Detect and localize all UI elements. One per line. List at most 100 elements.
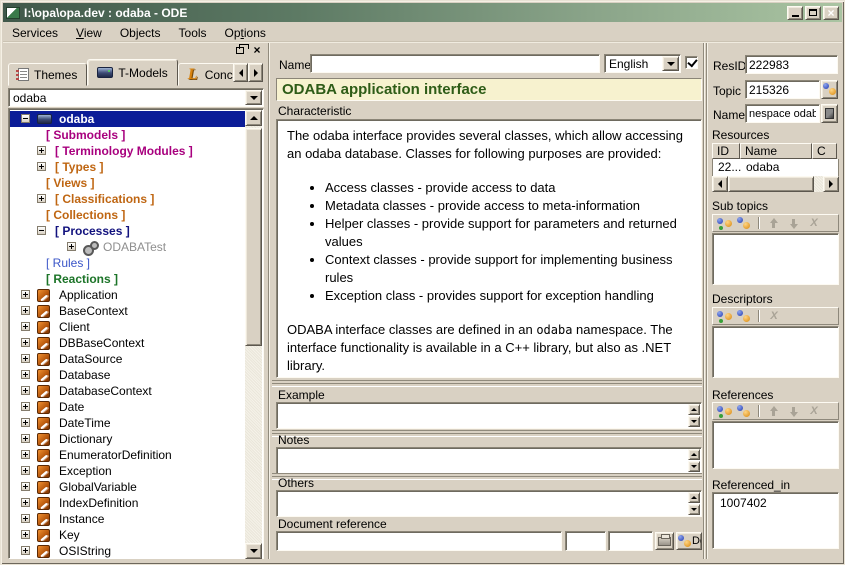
tree-item[interactable]: [ Collections ] (10, 207, 247, 223)
tree-item[interactable]: [ Classifications ] (10, 191, 247, 207)
tree-item[interactable]: OSIString (10, 543, 247, 559)
example-scroll-down-button[interactable] (688, 416, 700, 427)
expander-plus-icon[interactable] (21, 402, 30, 411)
expander-minus-icon[interactable] (37, 226, 46, 235)
tree-filter-combobox[interactable]: odaba (8, 88, 264, 107)
insert-button[interactable] (716, 404, 732, 418)
expander-plus-icon[interactable] (37, 194, 46, 203)
expander-plus-icon[interactable] (21, 290, 30, 299)
others-scroll-up-button[interactable] (688, 492, 700, 503)
menu-item-view[interactable]: View (67, 25, 111, 41)
expander-plus-icon[interactable] (21, 530, 30, 539)
resources-column-header[interactable]: C (812, 143, 837, 159)
scroll-down-button[interactable] (245, 543, 262, 559)
delete-reference-button[interactable]: Del (676, 532, 702, 550)
expander-plus-icon[interactable] (21, 498, 30, 507)
delete-button[interactable] (806, 216, 822, 230)
title-bar[interactable]: I:\opa\opa.dev : odaba - ODE × (3, 3, 842, 22)
print-reference-button[interactable] (655, 532, 674, 550)
example-editor[interactable] (276, 402, 702, 429)
language-select[interactable]: English (604, 54, 681, 73)
resources-scroll-right-button[interactable] (823, 176, 839, 192)
resources-column-header[interactable]: Name (740, 143, 812, 159)
tree-filter-dropdown-button[interactable] (245, 90, 262, 105)
expander-plus-icon[interactable] (37, 146, 46, 155)
expander-plus-icon[interactable] (21, 354, 30, 363)
document-reference-input-2[interactable] (565, 531, 606, 551)
tree-item[interactable]: DatabaseContext (10, 383, 247, 399)
delete-button[interactable] (766, 309, 782, 323)
tree-item[interactable]: [ Processes ] (10, 223, 247, 239)
resid-input[interactable] (745, 55, 838, 74)
topic-name-button[interactable] (821, 104, 838, 123)
tab-t-models[interactable]: T-Models (87, 59, 177, 86)
example-scroll-up-button[interactable] (688, 404, 700, 415)
maximize-button[interactable] (805, 6, 821, 20)
tree-item[interactable]: DBBaseContext (10, 335, 247, 351)
tree-item[interactable]: odaba (10, 111, 247, 127)
language-checkbox[interactable] (685, 56, 698, 69)
tree-item[interactable]: Key (10, 527, 247, 543)
expander-plus-icon[interactable] (21, 322, 30, 331)
expander-plus-icon[interactable] (21, 482, 30, 491)
references-list[interactable] (712, 421, 839, 469)
expander-plus-icon[interactable] (21, 546, 30, 555)
expander-plus-icon[interactable] (21, 466, 30, 475)
tab-scroll-left-button[interactable] (233, 63, 248, 82)
tree-scrollbar[interactable] (245, 110, 262, 559)
notes-scroll-down-button[interactable] (688, 461, 700, 472)
expander-plus-icon[interactable] (67, 242, 76, 251)
tree-item[interactable]: EnumeratorDefinition (10, 447, 247, 463)
tree-item[interactable]: [ Views ] (10, 175, 247, 191)
tab-scroll-right-button[interactable] (248, 63, 263, 82)
move-down-button[interactable] (786, 216, 802, 230)
expander-plus-icon[interactable] (21, 386, 30, 395)
resources-column-header[interactable]: ID (712, 143, 740, 159)
tree-item[interactable]: GlobalVariable (10, 479, 247, 495)
notes-scroll-up-button[interactable] (688, 449, 700, 460)
tree-item[interactable]: Database (10, 367, 247, 383)
close-panel-button[interactable]: × (250, 44, 264, 56)
expander-plus-icon[interactable] (37, 162, 46, 171)
insert-button[interactable] (716, 216, 732, 230)
scrollbar-thumb[interactable] (245, 128, 262, 346)
expander-plus-icon[interactable] (21, 418, 30, 427)
insert-button[interactable] (716, 309, 732, 323)
expander-minus-icon[interactable] (21, 114, 30, 123)
sub-topics-list[interactable] (712, 233, 839, 285)
menu-item-options[interactable]: Options (216, 25, 275, 41)
resources-scrollbar-thumb[interactable] (728, 176, 814, 192)
tree-item[interactable]: [ Terminology Modules ] (10, 143, 247, 159)
tree-item[interactable]: DateTime (10, 415, 247, 431)
menu-item-objects[interactable]: Objects (111, 25, 170, 41)
splitter-3[interactable] (272, 473, 702, 478)
expander-plus-icon[interactable] (21, 434, 30, 443)
menu-item-tools[interactable]: Tools (170, 25, 216, 41)
float-panel-button[interactable] (233, 44, 247, 56)
link-button[interactable] (736, 309, 752, 323)
others-scroll-down-button[interactable] (688, 504, 700, 515)
link-button[interactable] (736, 404, 752, 418)
topic-name-input[interactable] (745, 104, 820, 123)
splitter-2[interactable] (272, 430, 702, 435)
delete-button[interactable] (806, 404, 822, 418)
resources-scroll-left-button[interactable] (712, 176, 728, 192)
tree-item[interactable]: DataSource (10, 351, 247, 367)
expander-plus-icon[interactable] (21, 514, 30, 523)
close-button[interactable]: × (823, 6, 839, 20)
notes-editor[interactable] (276, 447, 702, 474)
tab-conc[interactable]: Conc (178, 63, 234, 86)
tree-item[interactable]: ODABATest (10, 239, 247, 255)
expander-plus-icon[interactable] (21, 370, 30, 379)
tab-themes[interactable]: Themes (8, 63, 87, 86)
tree-item[interactable]: Instance (10, 511, 247, 527)
tree-item[interactable]: Application (10, 287, 247, 303)
link-button[interactable] (736, 216, 752, 230)
topic-link-button[interactable] (821, 80, 838, 99)
others-editor[interactable] (276, 490, 702, 517)
tree-item[interactable]: [ Types ] (10, 159, 247, 175)
descriptors-list[interactable] (712, 326, 839, 378)
tree-item[interactable]: [ Submodels ] (10, 127, 247, 143)
referenced-in-list[interactable]: 1007402 (712, 492, 839, 549)
tree-item[interactable]: Date (10, 399, 247, 415)
